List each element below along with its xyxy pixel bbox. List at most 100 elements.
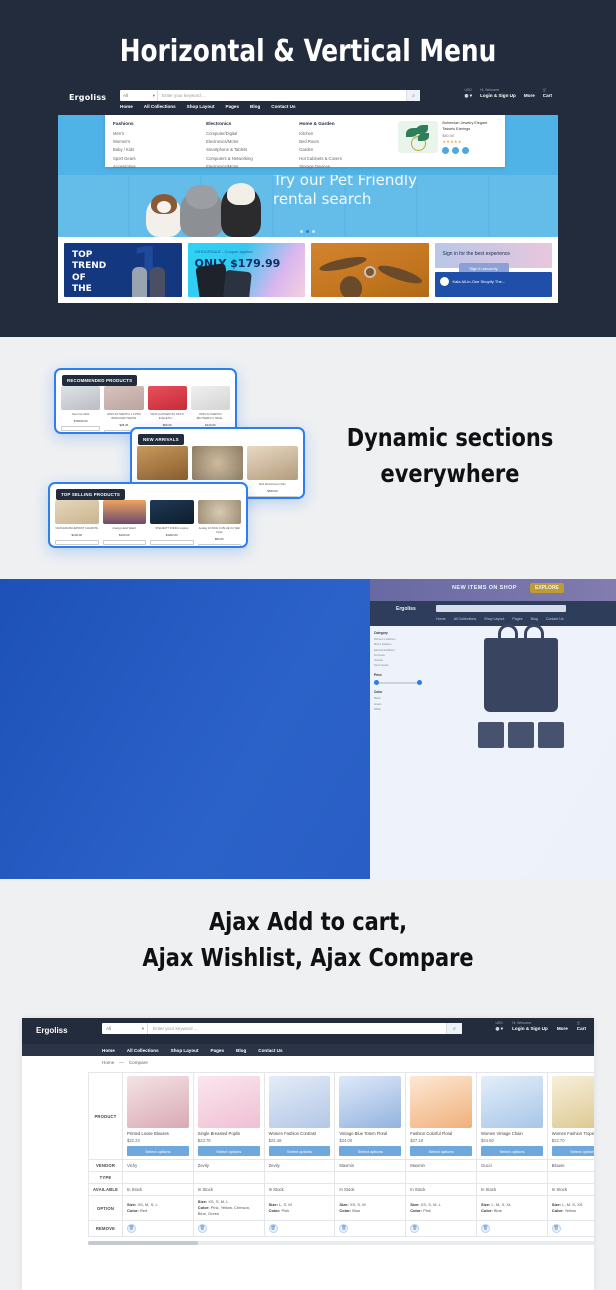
sidebar-item[interactable]: Jewelry <box>374 659 422 662</box>
megamenu-link[interactable]: Garden <box>299 147 392 152</box>
megamenu-link[interactable]: Bed Room <box>299 139 392 144</box>
product-thumbnail[interactable] <box>551 1076 594 1128</box>
trash-icon[interactable]: 🗑 <box>480 1223 490 1233</box>
select-options-button[interactable]: Select options <box>480 1146 543 1157</box>
sidebar-item[interactable]: Women's Fashion <box>374 638 422 641</box>
product-card[interactable]: VANS ERA BLUEPRINT CHAROTE $100.00 <box>55 500 99 548</box>
search-bar[interactable] <box>436 605 566 612</box>
currency-selector[interactable]: USD ◍ ▾ <box>495 1021 503 1032</box>
product-card[interactable]: New Car 2020 $79000.00 <box>61 386 101 434</box>
explore-button[interactable]: EXPLORE <box>530 583 564 593</box>
megamenu-link[interactable]: Accessories <box>113 164 206 169</box>
megamenu-link[interactable]: Computer/Digital <box>206 131 299 136</box>
nav-item-all-collections[interactable]: All Collections <box>454 617 477 626</box>
variant-select[interactable] <box>55 539 99 545</box>
cart-button[interactable]: 🛒 Cart <box>577 1021 586 1032</box>
product-thumbnail[interactable] <box>508 722 534 748</box>
variant-select[interactable] <box>197 543 241 546</box>
price-range-slider[interactable] <box>374 680 422 686</box>
megamenu-link[interactable]: Electronics/Motor <box>206 139 299 144</box>
sidebar-item[interactable]: Men's Fashion <box>374 643 422 646</box>
megamenu-link[interactable]: Hot Cabinets & Covers <box>299 156 392 161</box>
search-bar[interactable]: All ▾ Enter your keyword ... ⌕ <box>102 1023 462 1034</box>
product-card[interactable]: Bed Wood Decor Slim $540.00 <box>247 446 298 497</box>
product-thumbnail[interactable] <box>197 1076 260 1128</box>
more-menu[interactable]: More <box>557 1021 568 1032</box>
add-to-cart-button[interactable] <box>55 547 99 548</box>
variant-select[interactable] <box>102 539 146 545</box>
megamenu-link[interactable]: Men's <box>113 131 206 136</box>
banner-theme-ad[interactable]: Kala All-In-One Shopify The... <box>434 272 552 297</box>
carousel-dot-active[interactable] <box>306 230 309 233</box>
product-card[interactable]: Analog Hand Watch $100.00 <box>102 500 146 546</box>
nav-item-home[interactable]: Home <box>120 104 133 109</box>
sidebar-item[interactable]: Black <box>374 697 422 700</box>
banner-coupon-sale[interactable]: 24HOURSALE - Coupon applied ONLY $179.99 <box>187 243 305 297</box>
account-menu[interactable]: Hi, Welcome Login & Sign Up <box>480 88 516 99</box>
select-options-button[interactable]: Select options <box>551 1146 594 1157</box>
banner-top-trend[interactable]: 1 TOP TREND OF THE <box>64 243 182 297</box>
megamenu-link[interactable]: Sport Gears <box>113 156 206 161</box>
cart-icon[interactable] <box>442 147 450 154</box>
product-thumbnail[interactable] <box>478 722 504 748</box>
share-icon[interactable] <box>462 147 470 154</box>
more-menu[interactable]: More <box>524 88 535 99</box>
search-icon[interactable]: ⌕ <box>406 90 420 101</box>
select-options-button[interactable]: Select options <box>127 1146 189 1157</box>
nav-item-shop-layout[interactable]: Shop Layout <box>484 617 504 626</box>
select-options-button[interactable]: Select options <box>268 1146 331 1157</box>
breadcrumb-item-home[interactable]: Home <box>102 1060 114 1065</box>
horizontal-scrollbar[interactable] <box>88 1240 594 1245</box>
carousel-dots[interactable] <box>300 230 315 233</box>
sidebar-item[interactable]: Sport Gears <box>374 664 422 667</box>
nav-item-all-collections[interactable]: All Collections <box>127 1048 159 1053</box>
sidebar-item[interactable]: Furniture <box>374 654 422 657</box>
nav-item-all-collections[interactable]: All Collections <box>144 104 176 109</box>
product-thumbnail[interactable] <box>268 1076 331 1128</box>
scrollbar-thumb[interactable] <box>88 1240 198 1245</box>
trash-icon[interactable]: 🗑 <box>268 1223 278 1233</box>
cart-button[interactable]: 🛒 Cart <box>543 88 552 99</box>
wishlist-icon[interactable]: ♡ <box>497 118 501 123</box>
megamenu-link[interactable]: Baby / Kids <box>113 147 206 152</box>
search-icon[interactable]: ⌕ <box>446 1023 462 1034</box>
nav-item-contact-us[interactable]: Contact Us <box>258 1048 282 1053</box>
search-icon[interactable] <box>452 147 460 154</box>
currency-selector[interactable]: USD ◍ ▾ <box>464 88 472 99</box>
banner-signin[interactable]: Sign in for the best experience Sign in … <box>434 243 552 273</box>
select-options-button[interactable]: Select options <box>197 1146 260 1157</box>
nav-item-contact-us[interactable]: Contact Us <box>271 104 295 109</box>
nav-item-shop-layout[interactable]: Shop Layout <box>171 1048 199 1053</box>
product-thumbnail[interactable] <box>339 1076 402 1128</box>
nav-item-shop-layout[interactable]: Shop Layout <box>187 104 215 109</box>
search-input[interactable]: Enter your keyword ... <box>158 93 406 98</box>
megamenu-link[interactable]: Women's <box>113 139 206 144</box>
search-bar[interactable]: All ▾ Enter your keyword ... ⌕ <box>120 90 420 101</box>
nav-item-pages[interactable]: Pages <box>211 1048 225 1053</box>
nav-item-pages[interactable]: Pages <box>512 617 522 626</box>
product-thumbnail[interactable] <box>410 1076 472 1128</box>
sidebar-item[interactable]: Electronics/Motor <box>374 649 422 652</box>
select-options-button[interactable]: Select options <box>410 1146 472 1157</box>
trash-icon[interactable]: 🗑 <box>410 1223 420 1233</box>
product-thumbnail[interactable] <box>538 722 564 748</box>
nav-item-home[interactable]: Home <box>102 1048 115 1053</box>
product-thumbnail[interactable] <box>480 1076 543 1128</box>
carousel-dot[interactable] <box>312 230 315 233</box>
product-thumbnail[interactable] <box>127 1076 189 1128</box>
sidebar-item[interactable]: Green <box>374 703 422 706</box>
search-category-select[interactable]: All ▾ <box>120 90 158 101</box>
variant-select[interactable] <box>61 425 101 431</box>
nav-item-home[interactable]: Home <box>436 617 446 626</box>
trash-icon[interactable]: 🗑 <box>127 1223 136 1233</box>
add-to-cart-button[interactable] <box>61 433 100 434</box>
megamenu-link[interactable]: Storage Devices <box>299 164 392 169</box>
nav-item-pages[interactable]: Pages <box>226 104 240 109</box>
megamenu-link[interactable]: Kitchen <box>299 131 392 136</box>
sidebar-item[interactable]: White <box>374 708 422 711</box>
product-card[interactable]: STELMATT 15INCH Laptop $1200.00 <box>150 500 194 546</box>
trash-icon[interactable]: 🗑 <box>551 1223 561 1233</box>
megamenu-featured-product[interactable]: ♡ Bohemian Jewelry Elegant Tassels Earri… <box>392 118 501 161</box>
trash-icon[interactable]: 🗑 <box>339 1223 349 1233</box>
megamenu-link[interactable]: Electronics/Motor <box>206 164 299 169</box>
